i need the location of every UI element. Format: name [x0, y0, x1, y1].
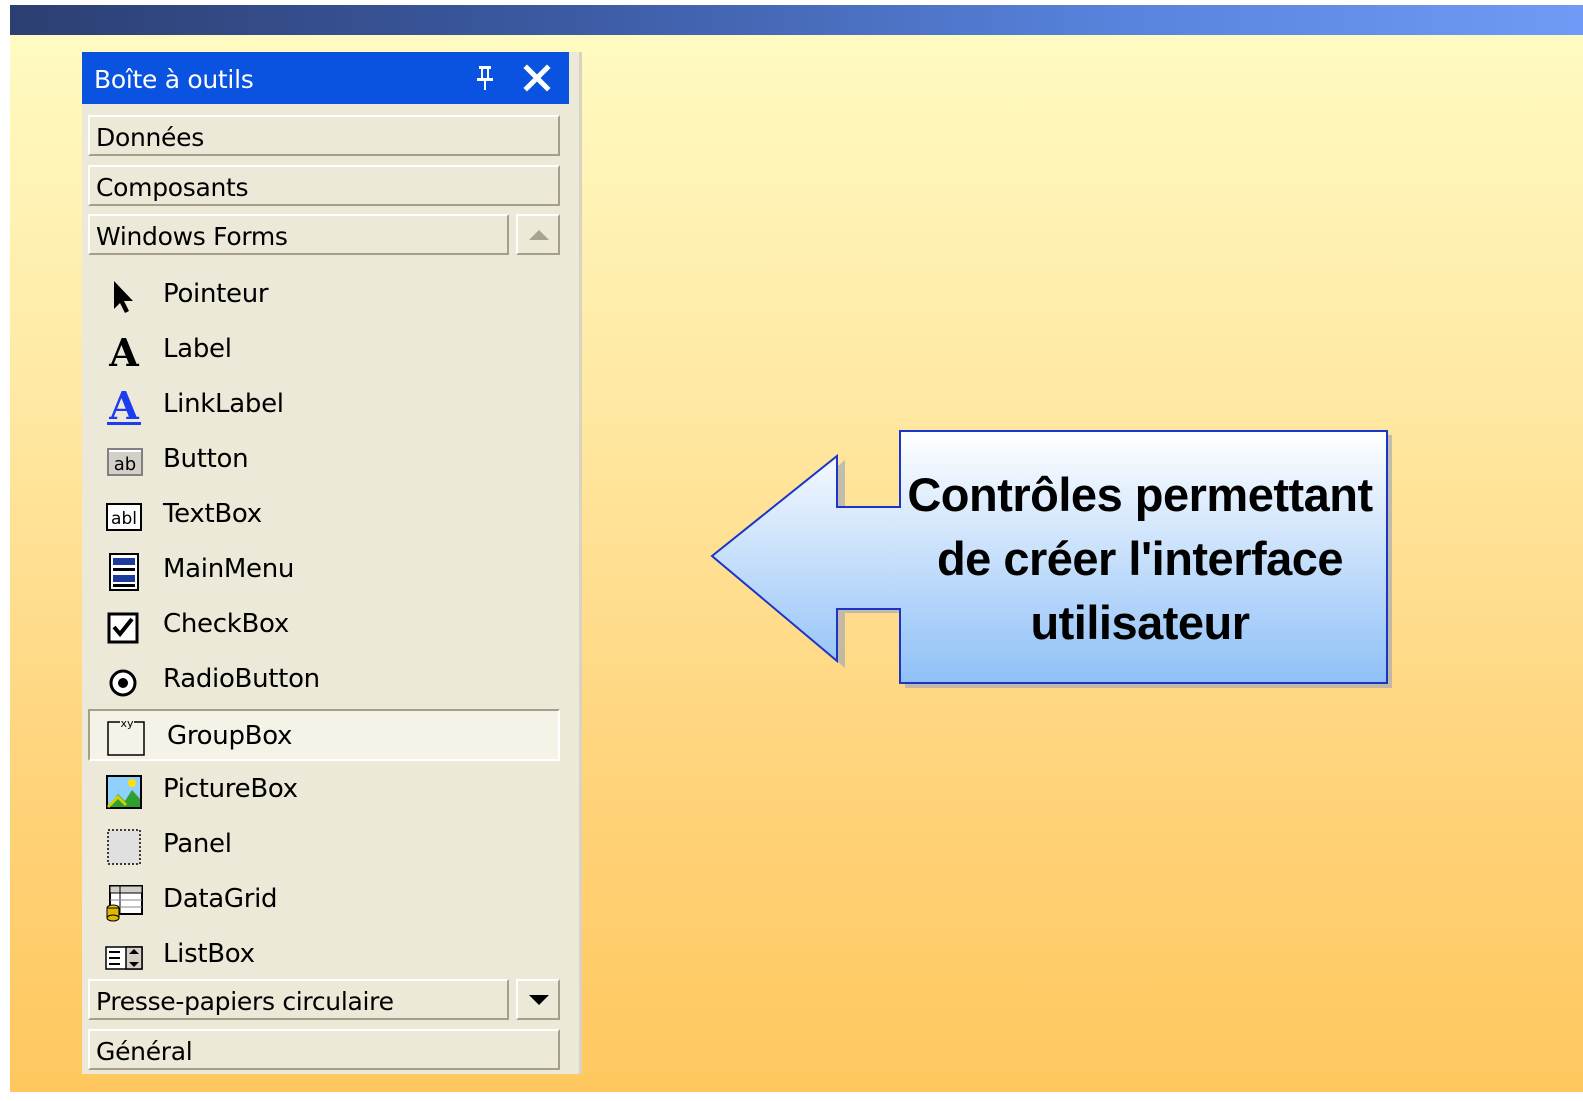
- tool-item-label: ListBox: [163, 939, 255, 969]
- section-general[interactable]: Général: [88, 1029, 560, 1070]
- tool-item-label: RadioButton: [163, 664, 320, 694]
- tool-item-checkbox[interactable]: CheckBox: [88, 599, 560, 651]
- close-icon[interactable]: [522, 63, 552, 93]
- pointer-icon: [104, 277, 144, 317]
- radiobutton-icon: [104, 662, 144, 702]
- section-label: Données: [96, 123, 204, 152]
- section-label: Presse-papiers circulaire: [96, 987, 394, 1016]
- svg-text:A: A: [108, 332, 139, 372]
- callout-line: utilisateur: [1030, 596, 1250, 649]
- label-icon: A: [104, 330, 144, 375]
- tool-item-label: LinkLabel: [163, 389, 284, 419]
- tool-item-label: Label: [163, 334, 232, 364]
- scroll-up-button[interactable]: [516, 214, 560, 255]
- mainmenu-icon: [104, 552, 144, 592]
- callout-arrow: Contrôles permettant de créer l'interfac…: [710, 423, 1400, 693]
- checkbox-icon: [104, 607, 144, 647]
- tool-item-label: MainMenu: [163, 554, 295, 584]
- tool-item-pointeur[interactable]: Pointeur: [88, 269, 560, 321]
- tool-item-label: PictureBox: [163, 774, 298, 804]
- tool-item-label: GroupBox: [167, 721, 293, 751]
- section-label: Windows Forms: [96, 222, 288, 251]
- scroll-down-button[interactable]: [516, 979, 560, 1020]
- callout-line: Contrôles permettant: [907, 468, 1373, 521]
- svg-text:xy: xy: [120, 717, 134, 730]
- toolbox-title: Boîte à outils: [94, 65, 254, 94]
- datagrid-icon: [104, 882, 144, 922]
- svg-text:A: A: [108, 387, 139, 427]
- section-presse-papiers[interactable]: Presse-papiers circulaire: [88, 979, 509, 1020]
- scroll-up-icon: [529, 230, 549, 240]
- tool-item-label: Pointeur: [163, 279, 269, 309]
- section-composants[interactable]: Composants: [88, 165, 560, 206]
- picturebox-icon: [104, 772, 144, 812]
- tool-item-listbox[interactable]: ListBox: [88, 929, 560, 981]
- tool-item-button[interactable]: ab Button: [88, 434, 560, 486]
- scroll-down-icon: [529, 995, 549, 1005]
- button-icon: ab: [104, 442, 144, 482]
- slide-background: Boîte à outils Données Composants Window…: [10, 5, 1583, 1092]
- groupbox-icon: xy: [104, 715, 145, 756]
- callout-text: Contrôles permettant de créer l'interfac…: [900, 463, 1380, 655]
- section-donnees[interactable]: Données: [88, 115, 560, 156]
- linklabel-icon: A: [104, 383, 144, 428]
- tool-item-label: Button: [163, 444, 249, 474]
- tool-item-groupbox[interactable]: xy GroupBox: [88, 709, 560, 761]
- tool-item-radiobutton[interactable]: RadioButton: [88, 654, 560, 706]
- tool-item-mainmenu[interactable]: MainMenu: [88, 544, 560, 596]
- panel-icon: [104, 827, 144, 867]
- toolbox-panel: Boîte à outils Données Composants Window…: [82, 52, 582, 1074]
- section-label: Général: [96, 1037, 193, 1066]
- tool-item-linklabel[interactable]: A LinkLabel: [88, 379, 560, 431]
- section-windows-forms[interactable]: Windows Forms: [88, 214, 509, 255]
- toolbox-title-bar: Boîte à outils: [82, 52, 569, 104]
- tool-item-panel[interactable]: Panel: [88, 819, 560, 871]
- svg-text:abl: abl: [111, 509, 137, 529]
- tool-item-picturebox[interactable]: PictureBox: [88, 764, 560, 816]
- tool-item-label: Panel: [163, 829, 232, 859]
- slide-title-bar: [10, 5, 1583, 35]
- tool-item-label: TextBox: [163, 499, 262, 529]
- tool-item-textbox[interactable]: abl TextBox: [88, 489, 560, 541]
- tool-item-datagrid[interactable]: DataGrid: [88, 874, 560, 926]
- pin-icon[interactable]: [472, 63, 498, 93]
- listbox-icon: [104, 937, 144, 977]
- tool-item-label[interactable]: A Label: [88, 324, 560, 376]
- tool-item-label: CheckBox: [163, 609, 289, 639]
- svg-text:ab: ab: [114, 454, 136, 475]
- section-label: Composants: [96, 173, 249, 202]
- tool-item-label: DataGrid: [163, 884, 278, 914]
- textbox-icon: abl: [104, 497, 144, 537]
- callout-line: de créer l'interface: [936, 532, 1344, 585]
